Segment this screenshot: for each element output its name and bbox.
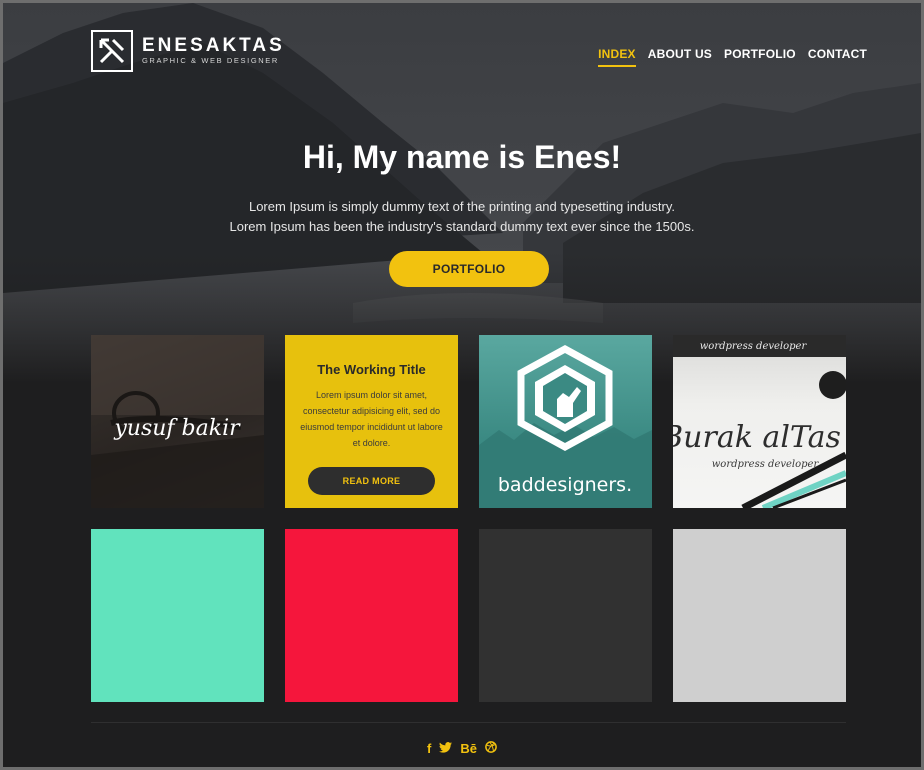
card-body: Lorem ipsum dolor sit amet, consectetur … [300, 390, 443, 448]
card-title: The Working Title [317, 362, 426, 377]
nav-item-portfolio[interactable]: PORTFOLIO [724, 47, 796, 67]
hero-section: ENESAKTAS GRAPHIC & WEB DESIGNER INDEX A… [3, 3, 921, 383]
burak-altas-logo-image: wordpress developer Burak alTas wordpres… [673, 335, 846, 508]
portfolio-button[interactable]: PORTFOLIO [389, 251, 549, 287]
footer-divider [91, 722, 846, 723]
hero-title: Hi, My name is Enes! [302, 139, 622, 175]
read-more-button[interactable]: READ MORE [308, 467, 435, 495]
portfolio-item-mint[interactable] [91, 529, 264, 702]
guitar-logo-image: yusuf bakir [91, 335, 264, 508]
baddesigners-logo-image: baddesigners. [479, 345, 652, 508]
nav-item-index[interactable]: INDEX [598, 47, 636, 67]
facebook-icon[interactable]: f [427, 741, 431, 756]
portfolio-item-baddesigners[interactable]: baddesigners. [479, 335, 652, 508]
twitter-icon[interactable] [439, 741, 453, 756]
hero-description-line-2: Lorem Ipsum has been the industry's stan… [229, 219, 695, 234]
baddesigners-text: baddesigners. [498, 474, 632, 496]
page-frame: ENESAKTAS GRAPHIC & WEB DESIGNER INDEX A… [3, 3, 921, 767]
portfolio-item-dark[interactable] [479, 529, 652, 702]
brand-logo[interactable]: ENESAKTAS GRAPHIC & WEB DESIGNER [91, 30, 285, 72]
logo-mark-icon [91, 30, 133, 72]
burak-altas-text: Burak alTas [673, 420, 841, 455]
wordpress-developer-sub-text: wordpress developer [712, 459, 820, 470]
dribbble-icon[interactable] [485, 741, 497, 756]
portfolio-item-gray[interactable] [673, 529, 846, 702]
nav-item-about-us[interactable]: ABOUT US [648, 47, 712, 67]
nav-item-contact[interactable]: CONTACT [808, 47, 867, 67]
brand-tagline: GRAPHIC & WEB DESIGNER [142, 56, 279, 65]
portfolio-item-yusuf-bakir[interactable]: yusuf bakir [91, 335, 264, 508]
brand-name: ENESAKTAS [142, 35, 285, 56]
wordpress-developer-top-text: wordpress developer [700, 341, 808, 352]
portfolio-item-red[interactable] [285, 529, 458, 702]
portfolio-card: The Working Title Lorem ipsum dolor sit … [285, 335, 458, 508]
social-links: f Bē [3, 741, 921, 756]
yusuf-bakir-text: yusuf bakir [113, 416, 241, 441]
hero-description-line-1: Lorem Ipsum is simply dummy text of the … [248, 199, 676, 214]
behance-icon[interactable]: Bē [460, 741, 477, 756]
portfolio-item-burak-altas[interactable]: wordpress developer Burak alTas wordpres… [673, 335, 846, 508]
main-nav: INDEX ABOUT US PORTFOLIO CONTACT [598, 47, 867, 67]
hero-description: Lorem Ipsum is simply dummy text of the … [3, 197, 921, 237]
